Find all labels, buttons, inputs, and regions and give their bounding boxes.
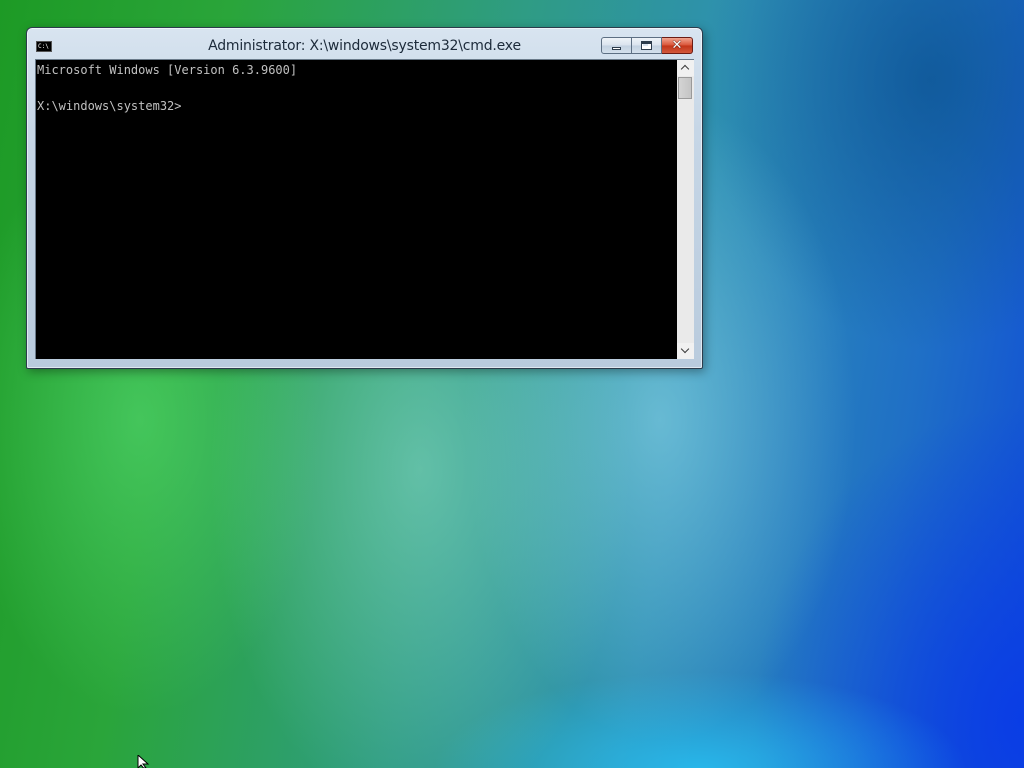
- minimize-button[interactable]: [601, 37, 632, 54]
- scroll-down-button[interactable]: [677, 343, 694, 359]
- console-line: Microsoft Windows [Version 6.3.9600]: [37, 63, 298, 77]
- scroll-thumb[interactable]: [678, 77, 692, 99]
- vertical-scrollbar[interactable]: [677, 59, 694, 359]
- mouse-pointer-icon: [137, 755, 150, 768]
- maximize-button[interactable]: [632, 37, 662, 54]
- window-controls: ✕: [601, 37, 693, 54]
- close-icon: ✕: [671, 38, 683, 53]
- cmd-window[interactable]: C:\ Administrator: X:\windows\system32\c…: [26, 27, 703, 369]
- chevron-down-icon: [680, 344, 690, 354]
- minimize-icon: [612, 47, 621, 50]
- chevron-up-icon: [680, 64, 690, 74]
- console-prompt: X:\windows\system32>: [37, 99, 182, 113]
- console-output[interactable]: Microsoft Windows [Version 6.3.9600] X:\…: [35, 59, 677, 359]
- maximize-icon: [641, 41, 652, 50]
- title-bar[interactable]: C:\ Administrator: X:\windows\system32\c…: [27, 28, 702, 58]
- close-button[interactable]: ✕: [662, 37, 693, 54]
- scroll-up-button[interactable]: [677, 60, 694, 76]
